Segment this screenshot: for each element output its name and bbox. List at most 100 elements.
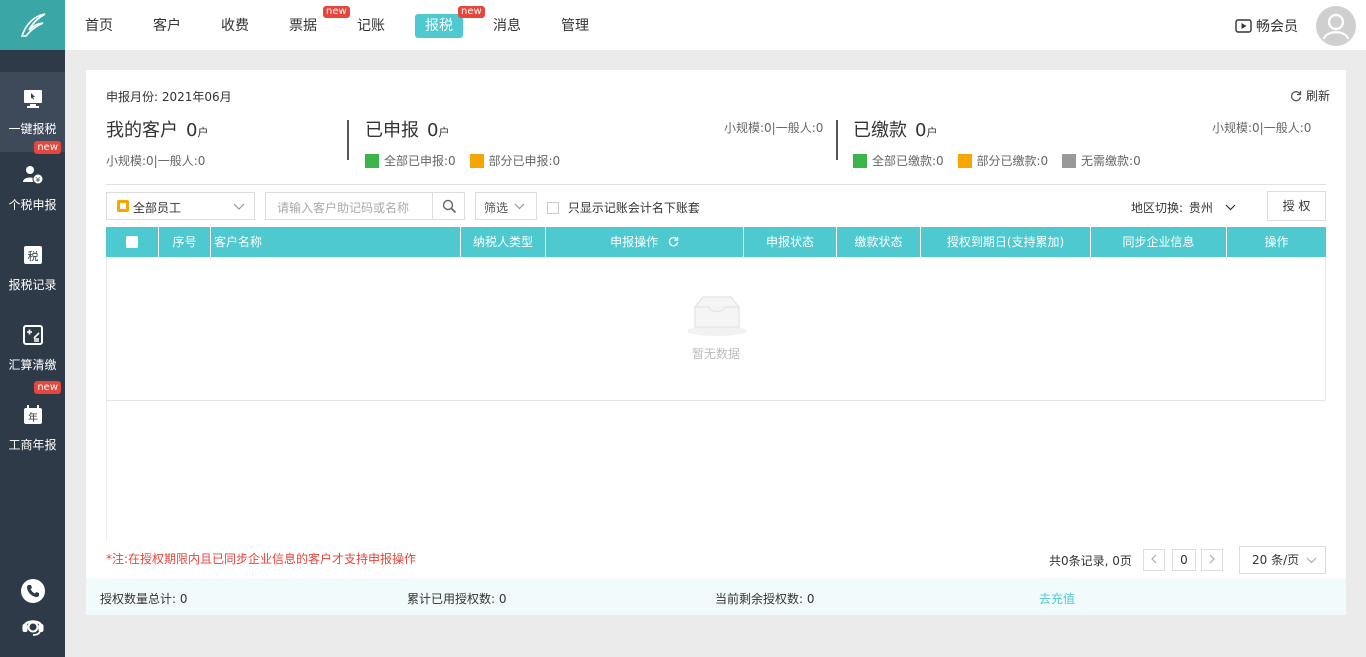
staff-select[interactable]: 全部员工 bbox=[106, 192, 255, 220]
nav-home[interactable]: 首页 bbox=[85, 14, 113, 38]
total-authorizations: 授权数量总计: 0 bbox=[100, 592, 188, 606]
stat-legend: 全部已缴款:0 部分已缴款:0 无需缴款:0 bbox=[853, 152, 1141, 169]
only-show-accountant-checkbox[interactable]: 只显示记账会计名下账套 bbox=[547, 199, 700, 216]
legend-label: 无需缴款:0 bbox=[1081, 154, 1141, 168]
refresh-icon[interactable] bbox=[668, 236, 679, 247]
checkbox[interactable] bbox=[547, 202, 559, 214]
authorization-summary: 授权数量总计: 0 累计已用授权数: 0 当前剩余授权数: 0 去充值 bbox=[86, 578, 1346, 615]
sidebar-item-label: 个税申报 bbox=[8, 197, 57, 212]
calc-icon bbox=[22, 324, 44, 346]
region-label: 地区切换: bbox=[1131, 201, 1184, 215]
vip-member-link[interactable]: 畅会员 bbox=[1235, 16, 1298, 36]
chevron-right-icon bbox=[1209, 554, 1215, 564]
region-switch[interactable]: 地区切换: 贵州 bbox=[1131, 199, 1236, 216]
sidebar-item-label: 报税记录 bbox=[8, 277, 57, 292]
stat-title: 已缴款 bbox=[853, 120, 907, 141]
remaining-authorizations: 当前剩余授权数: 0 bbox=[715, 592, 815, 606]
search-button[interactable] bbox=[432, 192, 465, 220]
app-logo[interactable] bbox=[0, 0, 65, 50]
nav-charges[interactable]: 收费 bbox=[221, 14, 249, 38]
notice-text: *注:在授权期限内且已同步企业信息的客户才支持申报操作 bbox=[106, 552, 417, 566]
select-all-checkbox[interactable] bbox=[126, 236, 138, 248]
stat-title: 已申报 bbox=[365, 120, 419, 141]
sidebar-item-settlement[interactable]: 汇算清缴 bbox=[0, 308, 65, 388]
logo-icon bbox=[20, 13, 45, 37]
col-payment-status: 缴款状态 bbox=[837, 227, 921, 257]
customer-service-icon[interactable] bbox=[20, 612, 46, 638]
green-swatch bbox=[853, 154, 867, 168]
checkbox-label: 只显示记账会计名下账套 bbox=[567, 201, 700, 215]
used-authorizations: 累计已用授权数: 0 bbox=[407, 592, 507, 606]
declaration-month: 申报月份: 2021年06月 bbox=[106, 90, 232, 104]
staff-select-value: 全部员工 bbox=[133, 201, 182, 215]
user-icon bbox=[1322, 13, 1350, 40]
svg-text:税: 税 bbox=[27, 249, 38, 263]
nav-management[interactable]: 管理 bbox=[561, 14, 589, 38]
nav-messages[interactable]: 消息 bbox=[493, 14, 521, 38]
orange-swatch bbox=[957, 154, 972, 168]
avatar[interactable] bbox=[1316, 6, 1356, 46]
sidebar: 一键报税 new ¥ 个税申报 税 报税记录 汇算清缴 new 年 工商年报 bbox=[0, 0, 65, 657]
col-taxpayer-type: 纳税人类型 bbox=[461, 227, 546, 257]
chevron-down-icon bbox=[1225, 204, 1236, 211]
page-size-select[interactable]: 20 条/页 bbox=[1239, 546, 1326, 574]
orange-swatch bbox=[469, 154, 484, 168]
sidebar-item-label: 汇算清缴 bbox=[8, 357, 57, 372]
stat-title: 我的客户 bbox=[106, 120, 178, 141]
stat-sub: 小规模:0|一般人:0 bbox=[106, 154, 206, 168]
search-input[interactable]: 请输入客户助记码或名称 bbox=[265, 192, 433, 220]
nav-bookkeeping[interactable]: 记账 bbox=[357, 14, 385, 38]
legend-label: 全部已缴款:0 bbox=[872, 154, 944, 168]
play-icon bbox=[1235, 19, 1252, 33]
select-all-cell[interactable] bbox=[106, 227, 159, 257]
region-value: 贵州 bbox=[1188, 201, 1213, 215]
main-panel: 申报月份: 2021年06月 刷新 我的客户 0户 小规模:0|一般人:0 已申报… bbox=[86, 70, 1346, 615]
refresh-icon bbox=[1290, 90, 1302, 101]
prev-page-button[interactable] bbox=[1143, 549, 1165, 571]
next-page-button[interactable] bbox=[1201, 549, 1223, 571]
new-badge: new bbox=[323, 6, 350, 18]
nav-customers[interactable]: 客户 bbox=[153, 14, 181, 38]
nav-tax-filing[interactable]: 报税 bbox=[415, 14, 463, 38]
divider bbox=[106, 401, 107, 541]
col-index: 序号 bbox=[159, 227, 211, 257]
sidebar-item-tax-records[interactable]: 税 报税记录 bbox=[0, 228, 65, 308]
divider bbox=[836, 120, 838, 160]
table-body: 暂无数据 bbox=[106, 257, 1326, 401]
refresh-button[interactable]: 刷新 bbox=[1290, 87, 1330, 104]
recharge-link[interactable]: 去充值 bbox=[1039, 590, 1075, 607]
pager-summary: 共0条记录, 0页 bbox=[1049, 554, 1132, 568]
phone-icon[interactable] bbox=[20, 578, 46, 604]
table-header: 序号 客户名称 纳税人类型 申报操作 申报状态 缴款状态 授权到期日(支持累加)… bbox=[106, 227, 1326, 257]
chevron-down-icon bbox=[514, 203, 525, 210]
empty-state-text: 暂无数据 bbox=[691, 347, 740, 361]
sidebar-item-annual-report[interactable]: new 年 工商年报 bbox=[0, 381, 65, 468]
sidebar-item-personal-tax[interactable]: new ¥ 个税申报 bbox=[0, 141, 65, 228]
empty-inbox-icon bbox=[687, 296, 747, 336]
green-swatch bbox=[365, 154, 379, 168]
stat-declared: 已申报 0户 bbox=[365, 116, 449, 142]
legend-label: 部分已缴款:0 bbox=[976, 154, 1049, 168]
page-size-value: 20 条/页 bbox=[1252, 553, 1300, 567]
staff-icon bbox=[117, 200, 129, 212]
stat-unit: 户 bbox=[438, 126, 450, 139]
sidebar-item-one-click-tax[interactable]: 一键报税 bbox=[0, 72, 65, 152]
page-input[interactable]: 0 bbox=[1172, 549, 1196, 571]
sidebar-item-label: 工商年报 bbox=[8, 437, 57, 452]
person-tax-icon: ¥ bbox=[22, 164, 44, 186]
stat-my-customers: 我的客户 0户 bbox=[106, 116, 208, 142]
svg-text:¥: ¥ bbox=[35, 176, 40, 184]
col-declare-action: 申报操作 bbox=[546, 227, 744, 257]
legend-label: 全部已申报:0 bbox=[384, 154, 456, 168]
calendar-icon: 年 bbox=[22, 404, 44, 426]
nav-invoices[interactable]: 票据 bbox=[289, 14, 317, 38]
tax-record-icon: 税 bbox=[22, 244, 44, 266]
filter-dropdown[interactable]: 筛选 bbox=[475, 192, 537, 220]
stat-sub: 小规模:0|一般人:0 bbox=[1212, 121, 1312, 135]
new-badge: new bbox=[34, 141, 61, 154]
chevron-down-icon bbox=[1306, 557, 1317, 564]
col-actions: 操作 bbox=[1264, 235, 1289, 249]
gray-swatch bbox=[1062, 154, 1077, 168]
authorize-button[interactable]: 授 权 bbox=[1267, 191, 1326, 221]
col-auth-expiry: 授权到期日(支持累加) bbox=[921, 227, 1091, 257]
